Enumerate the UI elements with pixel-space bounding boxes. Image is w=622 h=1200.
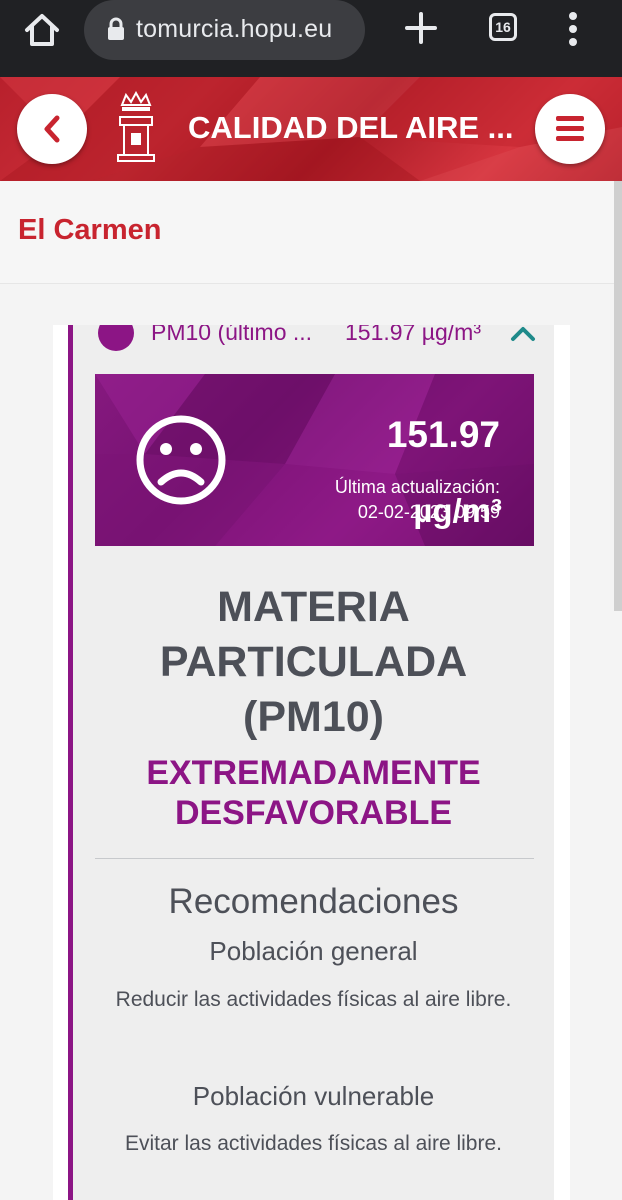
new-tab-icon[interactable] [403, 10, 439, 46]
pollutant-unit: µg/m³ [413, 492, 502, 529]
pollutant-full-name-line: PARTICULADA [159, 638, 468, 686]
air-quality-level-line: DESFAVORABLE [174, 794, 453, 832]
pollutant-name: PM10 (último ... [151, 325, 313, 345]
chevron-left-icon [44, 115, 60, 143]
value-panel: 151.97 Última actualización: 02-02-2023 … [95, 374, 534, 546]
address-bar[interactable]: tomurcia.hopu.eu [84, 0, 365, 60]
general-population-label: Población general [209, 936, 418, 966]
chevron-up-icon[interactable] [510, 325, 536, 343]
lock-icon [108, 17, 124, 40]
pollutant-card: PM10 (último ... 151.97 µg/m³ 151.97 Últ… [68, 325, 554, 1200]
pollutant-status-dot [98, 325, 134, 351]
scrollbar[interactable] [614, 181, 622, 611]
pollutant-value: 151.97 [386, 414, 500, 455]
more-options-icon[interactable] [560, 10, 586, 48]
pollutant-value-summary: 151.97 µg/m³ [345, 325, 481, 345]
location-header: El Carmen [0, 181, 614, 284]
air-quality-level: EXTREMADAMENTE DESFAVORABLE [73, 753, 554, 833]
pollutant-full-name-line: MATERIA [217, 583, 410, 631]
tab-count-button[interactable]: 16 [489, 13, 517, 41]
sad-face-icon [136, 415, 226, 505]
city-logo-icon [117, 91, 155, 162]
location-title: El Carmen [18, 214, 162, 246]
back-button[interactable] [17, 94, 87, 164]
divider [95, 858, 534, 859]
recommendations-title: Recomendaciones [168, 882, 459, 921]
air-quality-level-line: EXTREMADAMENTE [146, 754, 481, 792]
pollutant-full-name: MATERIA PARTICULADA (PM10) [73, 580, 554, 745]
vulnerable-population-label: Población vulnerable [192, 1081, 435, 1111]
page-title: CALIDAD DEL AIRE ... [188, 110, 514, 145]
general-population-text: Reducir las actividades físicas al aire … [115, 988, 512, 1011]
browser-toolbar: tomurcia.hopu.eu 16 [0, 0, 622, 77]
url-text[interactable]: tomurcia.hopu.eu [136, 15, 358, 44]
pollutant-accordion-header[interactable]: PM10 (último ... 151.97 µg/m³ [73, 325, 554, 369]
pollutant-full-name-line: (PM10) [243, 693, 384, 741]
app-header: CALIDAD DEL AIRE ... [0, 77, 622, 181]
menu-button[interactable] [535, 94, 605, 164]
hamburger-menu-icon [556, 116, 584, 141]
home-icon[interactable] [22, 10, 62, 50]
vulnerable-population-text: Evitar las actividades físicas al aire l… [125, 1132, 502, 1155]
